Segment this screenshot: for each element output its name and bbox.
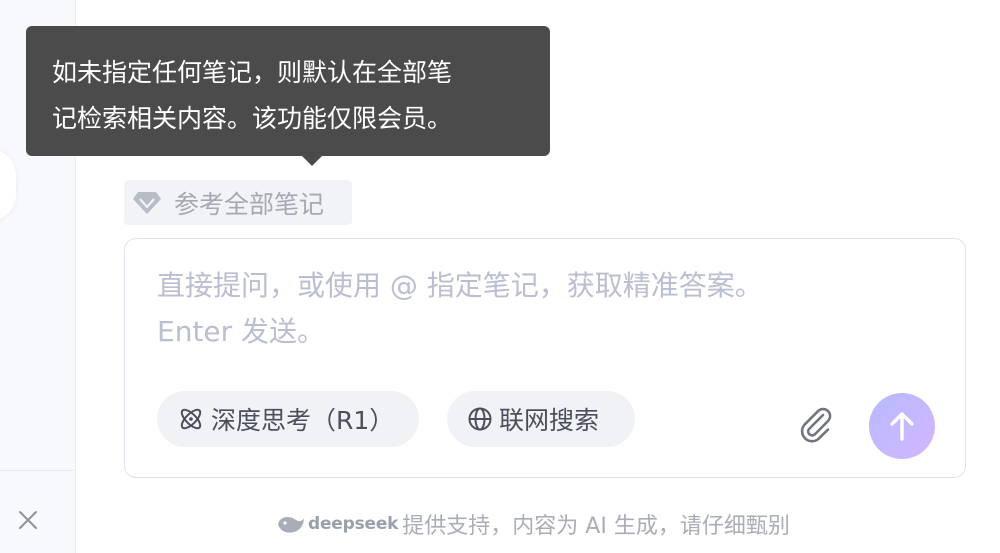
placeholder-line-1: 直接提问，或使用 @ 指定笔记，获取精准答案。 <box>157 269 763 302</box>
member-tooltip: 如未指定任何笔记，则默认在全部笔 记检索相关内容。该功能仅限会员。 <box>26 26 550 166</box>
left-panel-divider <box>0 470 76 471</box>
reference-chip-label: 参考全部笔记 <box>174 189 325 219</box>
paperclip-icon <box>800 407 832 443</box>
deepseek-logo: deepseek <box>276 512 398 536</box>
globe-icon <box>467 406 493 432</box>
deepseek-wordmark: deepseek <box>308 514 399 534</box>
arrow-up-icon <box>890 412 914 441</box>
whale-icon <box>278 516 304 533</box>
tooltip-line-1: 如未指定任何笔记，则默认在全部笔 <box>52 58 453 87</box>
tooltip-line-2: 记检索相关内容。该功能仅限会员。 <box>52 104 453 133</box>
footer-text: 提供支持，内容为 AI 生成，请仔细甄别 <box>402 514 790 539</box>
deep-think-label: 深度思考（R1） <box>211 406 395 435</box>
collapsed-panel-handle[interactable] <box>0 148 16 222</box>
footer-disclaimer: deepseek 提供支持，内容为 AI 生成，请仔细甄别 <box>276 507 790 541</box>
chat-input-placeholder[interactable]: 直接提问，或使用 @ 指定笔记，获取精准答案。 Enter 发送。 <box>157 263 917 355</box>
diamond-icon <box>133 191 161 214</box>
chat-input-box[interactable]: 直接提问，或使用 @ 指定笔记，获取精准答案。 Enter 发送。 深度思考（R… <box>124 238 966 478</box>
deep-think-button[interactable]: 深度思考（R1） <box>157 391 419 447</box>
atom-icon <box>177 405 205 433</box>
web-search-label: 联网搜索 <box>499 406 600 435</box>
close-button[interactable] <box>14 506 42 534</box>
close-icon <box>19 511 37 529</box>
reference-all-notes-chip[interactable]: 参考全部笔记 <box>124 180 352 225</box>
placeholder-line-2: Enter 发送。 <box>157 315 326 348</box>
web-search-button[interactable]: 联网搜索 <box>447 391 635 447</box>
attach-file-button[interactable] <box>795 403 837 445</box>
send-button[interactable] <box>869 393 935 459</box>
